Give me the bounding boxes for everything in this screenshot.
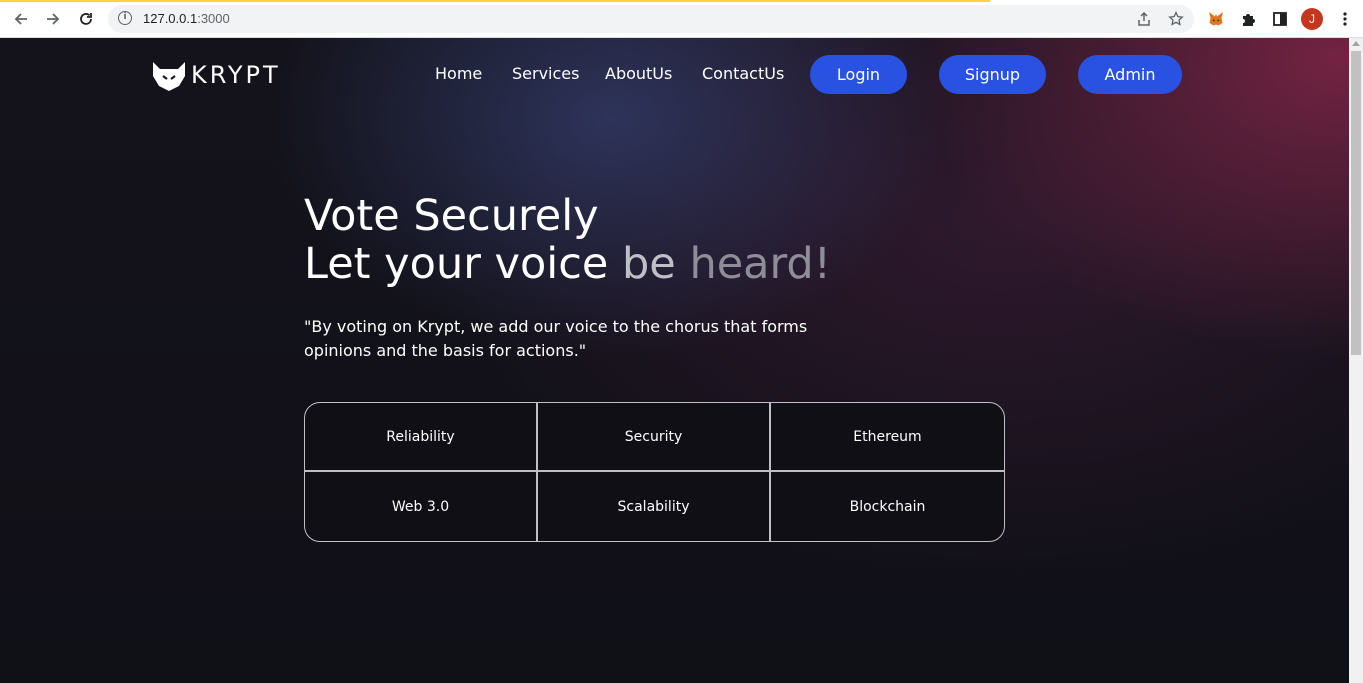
site-info-icon[interactable]: i	[118, 11, 132, 25]
back-icon[interactable]	[10, 8, 32, 30]
brand-name: KRYPT	[191, 61, 281, 89]
page-load-bar	[0, 0, 990, 2]
address-bar[interactable]	[108, 5, 1194, 33]
url-text[interactable]: 127.0.0.1:3000	[143, 11, 230, 26]
avatar[interactable]: J	[1301, 8, 1323, 30]
bookmark-star-icon[interactable]	[1165, 8, 1187, 30]
features-grid: Reliability Security Ethereum Web 3.0 Sc…	[304, 402, 1005, 542]
nav-link-aboutus[interactable]: AboutUs	[605, 64, 672, 83]
scrollbar-thumb[interactable]	[1351, 51, 1361, 355]
hero-title-line1: Vote Securely	[304, 191, 599, 241]
hero-line2-part2: be	[622, 239, 690, 289]
feature-cell: Ethereum	[771, 403, 1004, 472]
nav-link-services[interactable]: Services	[512, 64, 579, 83]
feature-cell: Security	[538, 403, 771, 472]
feature-cell: Scalability	[538, 472, 771, 541]
extensions-puzzle-icon[interactable]	[1237, 8, 1259, 30]
page-viewport: KRYPT Home Services AboutUs ContactUs Lo…	[0, 38, 1349, 683]
signup-button[interactable]: Signup	[939, 55, 1046, 94]
share-icon[interactable]	[1133, 8, 1155, 30]
side-panel-icon[interactable]	[1269, 8, 1291, 30]
menu-dots-icon[interactable]	[1334, 8, 1356, 30]
metamask-fox-icon[interactable]	[1205, 8, 1227, 30]
admin-button[interactable]: Admin	[1078, 55, 1182, 94]
forward-icon[interactable]	[42, 8, 64, 30]
hero-quote: "By voting on Krypt, we add our voice to…	[304, 317, 808, 360]
feature-cell: Blockchain	[849, 498, 926, 515]
nav-link-contactus[interactable]: ContactUs	[702, 64, 784, 83]
reload-icon[interactable]	[75, 8, 97, 30]
logo[interactable]: KRYPT	[151, 58, 281, 92]
browser-toolbar: i 127.0.0.1:3000 J	[0, 0, 1363, 38]
feature-cell: Web 3.0	[305, 472, 538, 541]
hero-line2-part1: Let your voice	[304, 239, 623, 289]
scroll-up-arrow-icon[interactable]	[1352, 41, 1360, 46]
nav-link-home[interactable]: Home	[435, 64, 482, 83]
fox-logo-icon	[153, 62, 185, 91]
login-button[interactable]: Login	[810, 55, 907, 94]
feature-cell: Reliability	[305, 403, 538, 472]
hero-title-line2: Let your voice be heard!	[304, 239, 831, 289]
hero-line2-part3: heard!	[689, 239, 831, 289]
